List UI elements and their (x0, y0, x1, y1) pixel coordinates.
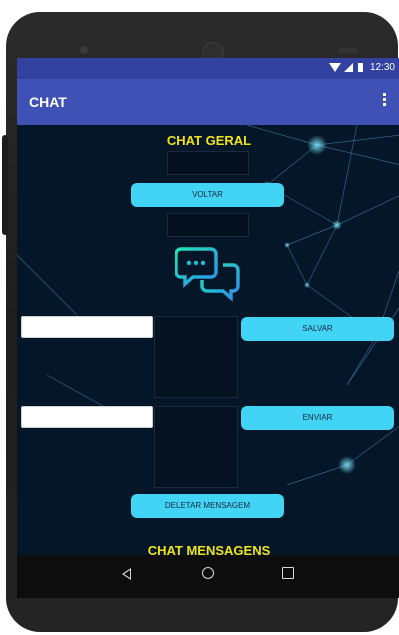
voltar-button[interactable]: VOLTAR (131, 183, 284, 207)
proximity-sensor (338, 48, 358, 53)
message-input-1[interactable] (21, 316, 153, 338)
chat-mensagens-heading: CHAT MENSAGENS (147, 543, 271, 555)
back-triangle-icon[interactable] (122, 568, 131, 580)
status-icons: 12:30 (328, 62, 395, 73)
app-bar: CHAT (17, 79, 399, 125)
system-nav-bar (17, 555, 399, 598)
app-title: CHAT (29, 94, 67, 110)
deletar-mensagem-button[interactable]: DELETAR MENSAGEM (131, 494, 284, 518)
status-bar: 12:30 (17, 58, 399, 79)
placeholder-box-middle (167, 213, 249, 237)
overflow-menu-icon[interactable] (383, 93, 387, 109)
battery-icon (357, 63, 363, 72)
salvar-button[interactable]: SALVAR (241, 317, 394, 341)
front-speaker (80, 46, 88, 54)
message-input-2[interactable] (21, 406, 153, 428)
device-screen: 12:30 CHAT CHAT GERAL VOLTAR SALVAR ENVI… (17, 58, 399, 598)
home-circle-icon[interactable] (202, 567, 214, 579)
message-area-1 (154, 316, 238, 398)
side-button (2, 135, 8, 235)
placeholder-box-top (167, 151, 249, 175)
status-time: 12:30 (369, 62, 395, 73)
enviar-button[interactable]: ENVIAR (241, 406, 394, 430)
cell-signal-icon (343, 63, 353, 72)
chat-geral-heading: CHAT GERAL (166, 133, 252, 148)
recent-apps-square-icon[interactable] (282, 567, 294, 579)
main-content: CHAT GERAL VOLTAR SALVAR ENVIAR DELETAR … (17, 125, 399, 555)
message-area-2 (154, 406, 238, 488)
chat-bubbles-icon (175, 247, 240, 302)
wifi-icon (328, 63, 341, 72)
